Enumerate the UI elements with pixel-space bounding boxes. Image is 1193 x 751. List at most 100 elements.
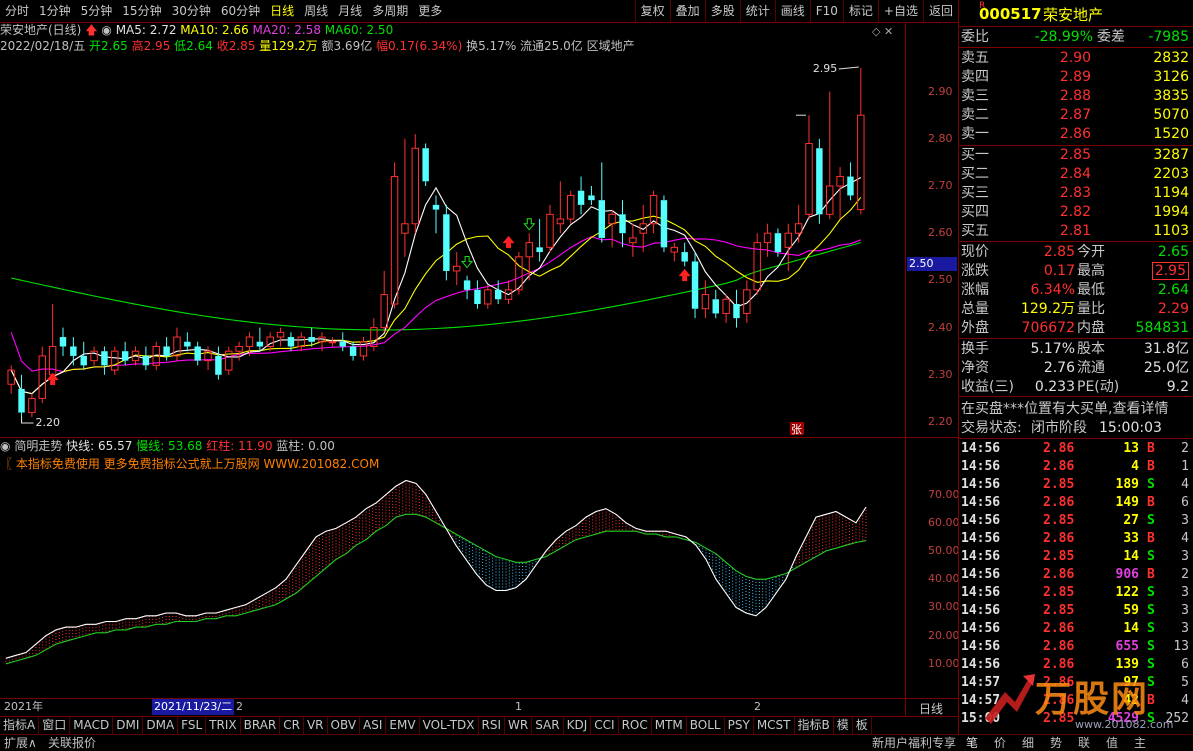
toolbar-button-2[interactable]: 多股 [704, 0, 740, 22]
candle[interactable] [474, 280, 481, 309]
indicator-tab-17[interactable]: KDJ [564, 717, 592, 734]
period-tab-1[interactable]: 1分钟 [34, 0, 76, 22]
toolbar-button-3[interactable]: 统计 [739, 0, 775, 22]
indicator-tab-25[interactable]: 模 [834, 717, 853, 734]
indicator-tab-5[interactable]: FSL [178, 717, 207, 734]
tab-trades[interactable]: 笔 [966, 735, 994, 751]
period-label[interactable]: 日线 [919, 700, 943, 717]
tab-detail[interactable]: 细 [1022, 735, 1050, 751]
candle[interactable] [194, 341, 201, 366]
indicator-tab-9[interactable]: VR [304, 717, 328, 734]
indicator-tab-18[interactable]: CCI [591, 717, 619, 734]
candle[interactable] [857, 68, 865, 215]
candle[interactable] [484, 285, 492, 309]
period-tab-4[interactable]: 30分钟 [167, 0, 216, 22]
period-tab-0[interactable]: 分时 [0, 0, 34, 22]
period-tab-9[interactable]: 多周期 [367, 0, 413, 22]
tick-row[interactable]: 14:56 2.85 14 S 3 [959, 548, 1193, 566]
indicator-tab-6[interactable]: TRIX [206, 717, 241, 734]
candle[interactable] [184, 332, 191, 352]
indicator-tab-13[interactable]: VOL-TDX [420, 717, 479, 734]
candle[interactable] [847, 162, 854, 201]
indicator-tab-16[interactable]: SAR [532, 717, 564, 734]
indicator-tab-11[interactable]: ASI [360, 717, 387, 734]
indicator-tab-1[interactable]: 窗口 [39, 717, 71, 734]
alert-text[interactable]: 在买盘***位置有大买单,查看详情 [961, 400, 1168, 418]
candle[interactable] [463, 275, 471, 300]
indicator-tab-2[interactable]: MACD [70, 717, 114, 734]
candle[interactable] [836, 167, 844, 220]
tick-row[interactable]: 14:56 2.86 906 B 2 [959, 566, 1193, 584]
tab-main[interactable]: 主 [1134, 735, 1162, 751]
toolbar-button-4[interactable]: 画线 [774, 0, 810, 22]
candle[interactable] [256, 327, 264, 352]
asks-row-1[interactable]: 卖四 2.89 3126 [959, 68, 1193, 86]
period-tab-7[interactable]: 周线 [299, 0, 333, 22]
toolbar-button-8[interactable]: 返回 [922, 0, 958, 22]
candle[interactable] [101, 346, 108, 375]
candle[interactable] [432, 195, 440, 234]
related-quote-button[interactable]: 关联报价 [48, 735, 96, 751]
bids-row-1[interactable]: 买二 2.84 2203 [959, 165, 1193, 183]
tab-link[interactable]: 联 [1078, 735, 1106, 751]
period-tab-5[interactable]: 60分钟 [216, 0, 265, 22]
candle[interactable] [225, 346, 233, 375]
bids-row-4[interactable]: 买五 2.81 1103 [959, 222, 1193, 240]
candle[interactable] [70, 337, 77, 366]
tick-row[interactable]: 14:56 2.86 655 S 13 [959, 638, 1193, 656]
indicator-tab-23[interactable]: MCST [754, 717, 795, 734]
candle[interactable] [649, 190, 658, 234]
tick-row[interactable]: 14:56 2.85 27 S 3 [959, 512, 1193, 530]
candle[interactable] [142, 346, 150, 371]
candle[interactable] [370, 318, 378, 352]
candle[interactable] [339, 332, 346, 352]
indicator-tab-0[interactable]: 指标A [0, 717, 40, 734]
indicator-toggle-icon[interactable]: ◉ [0, 439, 10, 453]
ma-toggle-icon[interactable]: ◉ [101, 23, 111, 37]
indicator-chart[interactable] [0, 452, 905, 698]
candle[interactable] [701, 280, 710, 319]
candle[interactable] [753, 233, 761, 295]
asks-row-2[interactable]: 卖三 2.88 3835 [959, 87, 1193, 105]
candle[interactable] [504, 280, 513, 304]
candle[interactable] [90, 346, 98, 366]
period-tab-2[interactable]: 5分钟 [76, 0, 118, 22]
candle[interactable] [111, 346, 119, 375]
tick-row[interactable]: 15:00 2.85 4529 S 252 [959, 710, 1193, 728]
candle[interactable] [59, 327, 67, 356]
candle[interactable] [536, 219, 543, 262]
candle[interactable] [763, 223, 772, 257]
indicator-tab-24[interactable]: 指标B [795, 717, 834, 734]
toolbar-button-1[interactable]: 叠加 [669, 0, 705, 22]
tick-row[interactable]: 14:56 2.86 139 S 6 [959, 656, 1193, 674]
toolbar-button-7[interactable]: +自选 [877, 0, 923, 22]
diamond-icon[interactable]: ◇ [872, 25, 880, 38]
indicator-tab-20[interactable]: MTM [652, 717, 687, 734]
period-tab-10[interactable]: 更多 [413, 0, 447, 22]
candle[interactable] [794, 204, 803, 243]
tick-row[interactable]: 14:56 2.85 189 S 4 [959, 476, 1193, 494]
indicator-tab-15[interactable]: WR [505, 717, 533, 734]
candle[interactable] [660, 195, 668, 253]
period-tab-3[interactable]: 15分钟 [117, 0, 166, 22]
candle[interactable] [173, 327, 181, 361]
candle[interactable] [608, 209, 616, 248]
tab-price[interactable]: 价 [994, 735, 1022, 751]
candle[interactable] [401, 138, 409, 257]
candle[interactable] [556, 181, 565, 234]
bids-row-3[interactable]: 买四 2.82 1994 [959, 203, 1193, 221]
candle[interactable] [577, 176, 585, 215]
new-user-link[interactable]: 新用户福利专享 [872, 735, 956, 751]
toolbar-button-0[interactable]: 复权 [634, 0, 670, 22]
candle[interactable] [308, 327, 315, 347]
candle[interactable] [566, 190, 575, 224]
candle[interactable] [681, 242, 688, 267]
candle[interactable] [235, 341, 243, 361]
tick-row[interactable]: 14:56 2.85 122 S 3 [959, 584, 1193, 602]
indicator-tab-7[interactable]: BRAR [241, 717, 281, 734]
tab-trend[interactable]: 势 [1050, 735, 1078, 751]
indicator-tab-22[interactable]: PSY [725, 717, 754, 734]
candle[interactable] [743, 280, 751, 323]
tick-row[interactable]: 14:56 2.86 149 B 6 [959, 494, 1193, 512]
candle[interactable] [619, 200, 626, 248]
